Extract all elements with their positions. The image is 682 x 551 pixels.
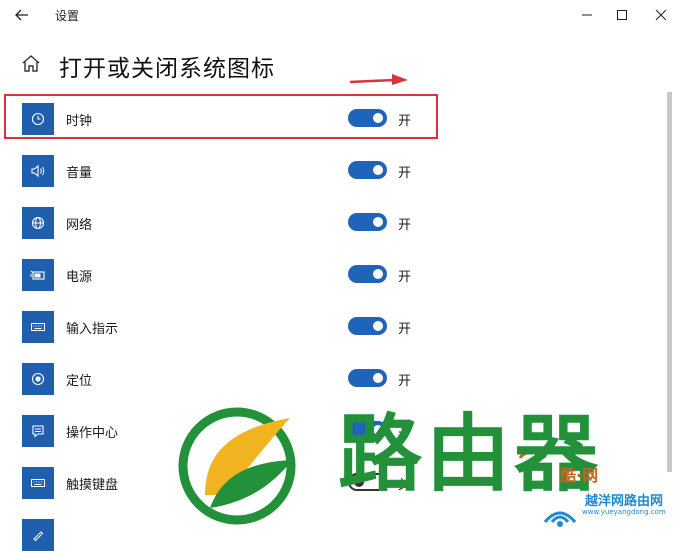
globe-icon bbox=[31, 216, 45, 230]
close-button[interactable] bbox=[648, 4, 674, 26]
action-center-icon bbox=[32, 425, 44, 438]
scroll-thumb[interactable] bbox=[667, 92, 672, 472]
back-button[interactable] bbox=[10, 4, 34, 26]
item-tile bbox=[22, 363, 54, 395]
home-button[interactable] bbox=[19, 52, 43, 76]
toggle-state-label: 开 bbox=[398, 426, 412, 441]
pen-icon bbox=[33, 531, 44, 542]
location-icon bbox=[31, 372, 45, 386]
toggle-switch[interactable] bbox=[348, 317, 387, 335]
toggle-switch[interactable] bbox=[348, 161, 387, 179]
item-label: 音量 bbox=[66, 166, 93, 181]
window-title: 设置 bbox=[55, 9, 80, 23]
toggle-switch[interactable] bbox=[348, 213, 387, 231]
scrollbar[interactable] bbox=[667, 92, 674, 472]
item-label: 电源 bbox=[66, 270, 93, 285]
item-label: 网络 bbox=[66, 218, 93, 233]
toggle-knob bbox=[373, 269, 383, 279]
page-title: 打开或关闭系统图标 bbox=[59, 56, 275, 82]
item-tile bbox=[22, 519, 54, 551]
toggle-knob bbox=[373, 217, 383, 227]
toggle-state-label: 关 bbox=[398, 478, 412, 493]
toggle-knob bbox=[354, 477, 364, 487]
battery-icon bbox=[30, 270, 45, 280]
toggle-knob bbox=[373, 113, 383, 123]
keyboard-icon bbox=[31, 323, 45, 331]
list-item: 音量 开 bbox=[0, 145, 682, 197]
item-tile bbox=[22, 103, 54, 135]
toggle-switch[interactable] bbox=[348, 109, 387, 127]
close-icon bbox=[655, 9, 667, 21]
item-tile bbox=[22, 467, 54, 499]
toggle-knob bbox=[373, 321, 383, 331]
list-item: 时钟 开 bbox=[0, 93, 682, 145]
home-icon bbox=[22, 55, 40, 72]
item-label: 定位 bbox=[66, 374, 93, 389]
toggle-state-label: 开 bbox=[398, 114, 412, 129]
list-item: 触摸键盘 关 bbox=[0, 457, 682, 509]
clock-icon bbox=[31, 112, 45, 126]
maximize-icon bbox=[617, 10, 627, 20]
maximize-button[interactable] bbox=[609, 4, 635, 26]
toggle-state-label: 开 bbox=[398, 218, 412, 233]
system-icon-list: 时钟 开 音量 开 网络 开 电源 开 输入指示 开 定位 开 操作中心 开 触… bbox=[0, 93, 682, 551]
toggle-state-label: 开 bbox=[398, 374, 412, 389]
list-item: 电源 开 bbox=[0, 249, 682, 301]
minimize-icon bbox=[582, 14, 592, 16]
item-tile bbox=[22, 415, 54, 447]
list-item: 网络 开 bbox=[0, 197, 682, 249]
item-label: 输入指示 bbox=[66, 322, 119, 337]
arrow-left-icon bbox=[15, 9, 28, 21]
title-bar: 设置 bbox=[0, 0, 682, 30]
toggle-knob bbox=[373, 425, 383, 435]
item-label: 时钟 bbox=[66, 114, 93, 129]
toggle-state-label: 开 bbox=[398, 166, 412, 181]
toggle-switch[interactable] bbox=[348, 265, 387, 283]
minimize-button[interactable] bbox=[574, 4, 600, 26]
toggle-switch[interactable] bbox=[348, 421, 387, 439]
item-tile bbox=[22, 259, 54, 291]
list-item: 操作中心 开 bbox=[0, 405, 682, 457]
item-tile bbox=[22, 155, 54, 187]
item-tile bbox=[22, 311, 54, 343]
toggle-switch[interactable] bbox=[348, 369, 387, 387]
toggle-switch[interactable] bbox=[348, 473, 387, 491]
toggle-knob bbox=[373, 373, 383, 383]
toggle-state-label: 开 bbox=[398, 322, 412, 337]
item-label: 触摸键盘 bbox=[66, 478, 119, 493]
list-item: 定位 开 bbox=[0, 353, 682, 405]
list-item: 输入指示 开 bbox=[0, 301, 682, 353]
item-tile bbox=[22, 207, 54, 239]
volume-icon bbox=[31, 164, 45, 178]
toggle-knob bbox=[373, 165, 383, 175]
list-item bbox=[0, 509, 682, 551]
annotation-arrow bbox=[349, 74, 408, 85]
touch-keyboard-icon bbox=[31, 479, 45, 487]
item-label: 操作中心 bbox=[66, 426, 119, 441]
toggle-state-label: 开 bbox=[398, 270, 412, 285]
